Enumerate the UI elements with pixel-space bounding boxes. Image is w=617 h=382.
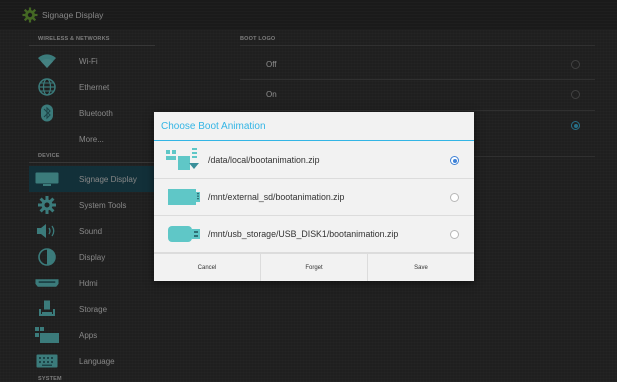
device-download-icon — [164, 147, 204, 173]
save-button[interactable]: Save — [367, 254, 474, 281]
radio-unselected[interactable] — [450, 193, 459, 202]
sd-card-icon — [164, 184, 204, 210]
dialog-title: Choose Boot Animation — [154, 112, 474, 141]
dialog-option-data-local[interactable]: /data/local/bootanimation.zip — [154, 142, 474, 179]
choose-boot-animation-dialog: Choose Boot Animation /data/local/bootan… — [154, 112, 474, 281]
option-path: /mnt/external_sd/bootanimation.zip — [208, 192, 345, 202]
usb-drive-icon — [164, 221, 204, 247]
radio-unselected[interactable] — [450, 230, 459, 239]
dialog-option-external-sd[interactable]: /mnt/external_sd/bootanimation.zip — [154, 179, 474, 216]
option-path: /mnt/usb_storage/USB_DISK1/bootanimation… — [208, 229, 399, 239]
settings-app: Signage Display WIRELESS & NETWORKS Wi-F… — [0, 0, 617, 382]
forget-button[interactable]: Forget — [260, 254, 367, 281]
dialog-option-usb-storage[interactable]: /mnt/usb_storage/USB_DISK1/bootanimation… — [154, 216, 474, 253]
radio-selected[interactable] — [450, 156, 459, 165]
dialog-button-bar: Cancel Forget Save — [154, 253, 474, 281]
cancel-button[interactable]: Cancel — [154, 254, 260, 281]
option-path: /data/local/bootanimation.zip — [208, 155, 320, 165]
